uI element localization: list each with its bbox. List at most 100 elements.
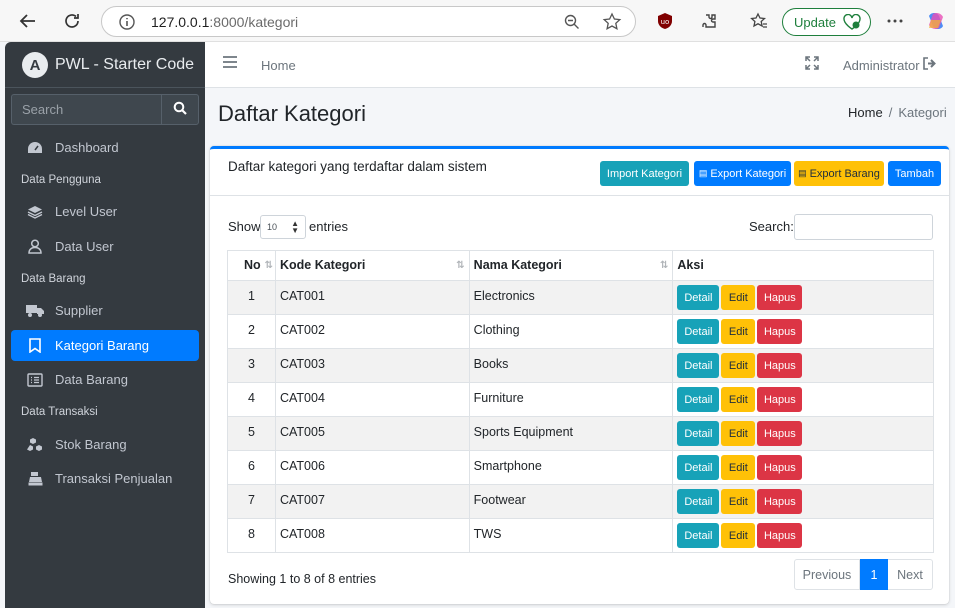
favorites-icon[interactable] <box>746 8 772 34</box>
menu-toggle-icon[interactable] <box>223 56 237 71</box>
sidebar-item-kategori-barang[interactable]: Kategori Barang <box>11 330 199 361</box>
sidebar-item-transaksi-penjualan[interactable]: Transaksi Penjualan <box>11 463 199 494</box>
edit-button[interactable]: Edit <box>721 285 756 310</box>
hapus-button[interactable]: Hapus <box>757 387 803 412</box>
url-path: :8000/kategori <box>209 14 299 30</box>
detail-button[interactable]: Detail <box>677 489 720 514</box>
cell-kode: CAT007 <box>274 484 470 519</box>
table-search-input[interactable] <box>794 214 933 240</box>
edit-button[interactable]: Edit <box>721 421 756 446</box>
edit-button[interactable]: Edit <box>721 319 756 344</box>
breadcrumb-separator: / <box>888 105 893 120</box>
cell-kode: CAT003 <box>274 348 470 383</box>
import-kategori-button[interactable]: Import Kategori <box>600 161 689 186</box>
edit-button[interactable]: Edit <box>721 523 756 548</box>
entries-select[interactable]: 10 ▲ ▼ <box>260 215 306 239</box>
site-info-icon[interactable] <box>118 13 136 34</box>
browser-toolbar: 127.0.0.1:8000/kategori uo Update <box>0 0 955 42</box>
pagination-page[interactable]: 1 <box>860 559 888 590</box>
more-menu-icon[interactable] <box>882 8 908 34</box>
detail-button[interactable]: Detail <box>677 319 720 344</box>
reload-icon[interactable] <box>59 8 85 34</box>
edit-button[interactable]: Edit <box>721 489 756 514</box>
svg-text:uo: uo <box>661 18 670 26</box>
sort-icon: ⇅ <box>264 260 274 271</box>
sidebar-search <box>11 94 199 125</box>
tambah-button[interactable]: Tambah <box>888 161 941 186</box>
column-header-kode[interactable]: Kode Kategori ⇅ <box>274 250 470 281</box>
cell-aksi: Detail Edit Hapus <box>672 280 934 315</box>
hapus-button[interactable]: Hapus <box>757 489 803 514</box>
brand-link[interactable]: A PWL - Starter Code <box>5 42 205 88</box>
detail-button[interactable]: Detail <box>677 285 720 310</box>
card-header: Daftar kategori yang terdaftar dalam sis… <box>210 149 949 196</box>
select-arrows-icon: ▲ ▼ <box>291 219 299 235</box>
sidebar-item-data-user[interactable]: Data User <box>11 231 199 262</box>
hapus-button[interactable]: Hapus <box>757 455 803 480</box>
hapus-button[interactable]: Hapus <box>757 285 803 310</box>
fullscreen-icon[interactable] <box>805 56 819 73</box>
table-row: 8 CAT008 TWS Detail Edit Hapus <box>227 518 934 553</box>
address-bar[interactable]: 127.0.0.1:8000/kategori <box>101 6 636 37</box>
table-row: 5 CAT005 Sports Equipment Detail Edit Hapus <box>227 416 934 451</box>
file-pdf-icon: ▤ <box>798 168 807 178</box>
hapus-button[interactable]: Hapus <box>757 421 803 446</box>
table-row: 2 CAT002 Clothing Detail Edit Hapus <box>227 314 934 349</box>
sidebar-item-data-barang[interactable]: Data Barang <box>11 364 199 395</box>
sort-icon: ⇅ <box>456 260 465 271</box>
back-icon[interactable] <box>15 8 41 34</box>
pagination-previous[interactable]: Previous <box>794 559 860 590</box>
show-label: Show <box>228 219 261 234</box>
detail-button[interactable]: Detail <box>677 523 720 548</box>
sidebar-item-label: Kategori Barang <box>55 338 149 353</box>
table-search-label: Search: <box>749 219 794 234</box>
edit-button[interactable]: Edit <box>721 353 756 378</box>
hapus-button[interactable]: Hapus <box>757 319 803 344</box>
detail-button[interactable]: Detail <box>677 455 720 480</box>
cell-aksi: Detail Edit Hapus <box>672 484 934 519</box>
copilot-icon[interactable] <box>923 8 949 34</box>
table-row: 6 CAT006 Smartphone Detail Edit Hapus <box>227 450 934 485</box>
sidebar-search-input[interactable] <box>11 94 162 125</box>
logout-icon[interactable] <box>923 57 937 73</box>
truck-icon <box>26 302 44 320</box>
table-info: Showing 1 to 8 of 8 entries <box>228 572 377 586</box>
sidebar-item-label: Data Barang <box>55 372 128 387</box>
column-header-no[interactable]: No ⇅ <box>227 250 276 281</box>
breadcrumb-home[interactable]: Home <box>848 105 883 120</box>
detail-button[interactable]: Detail <box>677 421 720 446</box>
cell-nama: Furniture <box>468 382 674 417</box>
table-row: 3 CAT003 Books Detail Edit Hapus <box>227 348 934 383</box>
user-menu-label[interactable]: Administrator <box>843 58 920 73</box>
ublock-icon[interactable]: uo <box>652 8 678 34</box>
update-label: Update <box>794 14 836 30</box>
breadcrumb: Home / Kategori <box>848 105 947 120</box>
cell-no: 5 <box>227 416 276 451</box>
edit-button[interactable]: Edit <box>721 455 756 480</box>
sidebar-item-dashboard[interactable]: Dashboard <box>11 132 199 163</box>
sidebar-item-supplier[interactable]: Supplier <box>11 295 199 326</box>
favorite-star-icon[interactable] <box>602 12 622 35</box>
sidebar-search-button[interactable] <box>161 94 199 125</box>
search-icon <box>173 101 187 118</box>
detail-button[interactable]: Detail <box>677 353 720 378</box>
edit-button[interactable]: Edit <box>721 387 756 412</box>
export-kategori-button[interactable]: ▤ Export Kategori <box>694 161 791 186</box>
extensions-icon[interactable] <box>696 8 722 34</box>
url-host: 127.0.0.1 <box>151 14 210 30</box>
top-home-link[interactable]: Home <box>261 58 296 73</box>
sidebar-item-level-user[interactable]: Level User <box>11 196 199 227</box>
zoom-out-icon[interactable] <box>563 13 581 34</box>
pagination-next[interactable]: Next <box>888 559 933 590</box>
sidebar-item-stok-barang[interactable]: Stok Barang <box>11 429 199 460</box>
cubes-icon <box>26 436 44 454</box>
hapus-button[interactable]: Hapus <box>757 353 803 378</box>
export-barang-button[interactable]: ▤ Export Barang <box>794 161 884 186</box>
cell-aksi: Detail Edit Hapus <box>672 518 934 553</box>
update-button[interactable]: Update <box>782 8 871 36</box>
cell-nama: Sports Equipment <box>468 416 674 451</box>
cell-nama: Footwear <box>468 484 674 519</box>
detail-button[interactable]: Detail <box>677 387 720 412</box>
hapus-button[interactable]: Hapus <box>757 523 803 548</box>
column-header-nama[interactable]: Nama Kategori ⇅ <box>468 250 674 281</box>
